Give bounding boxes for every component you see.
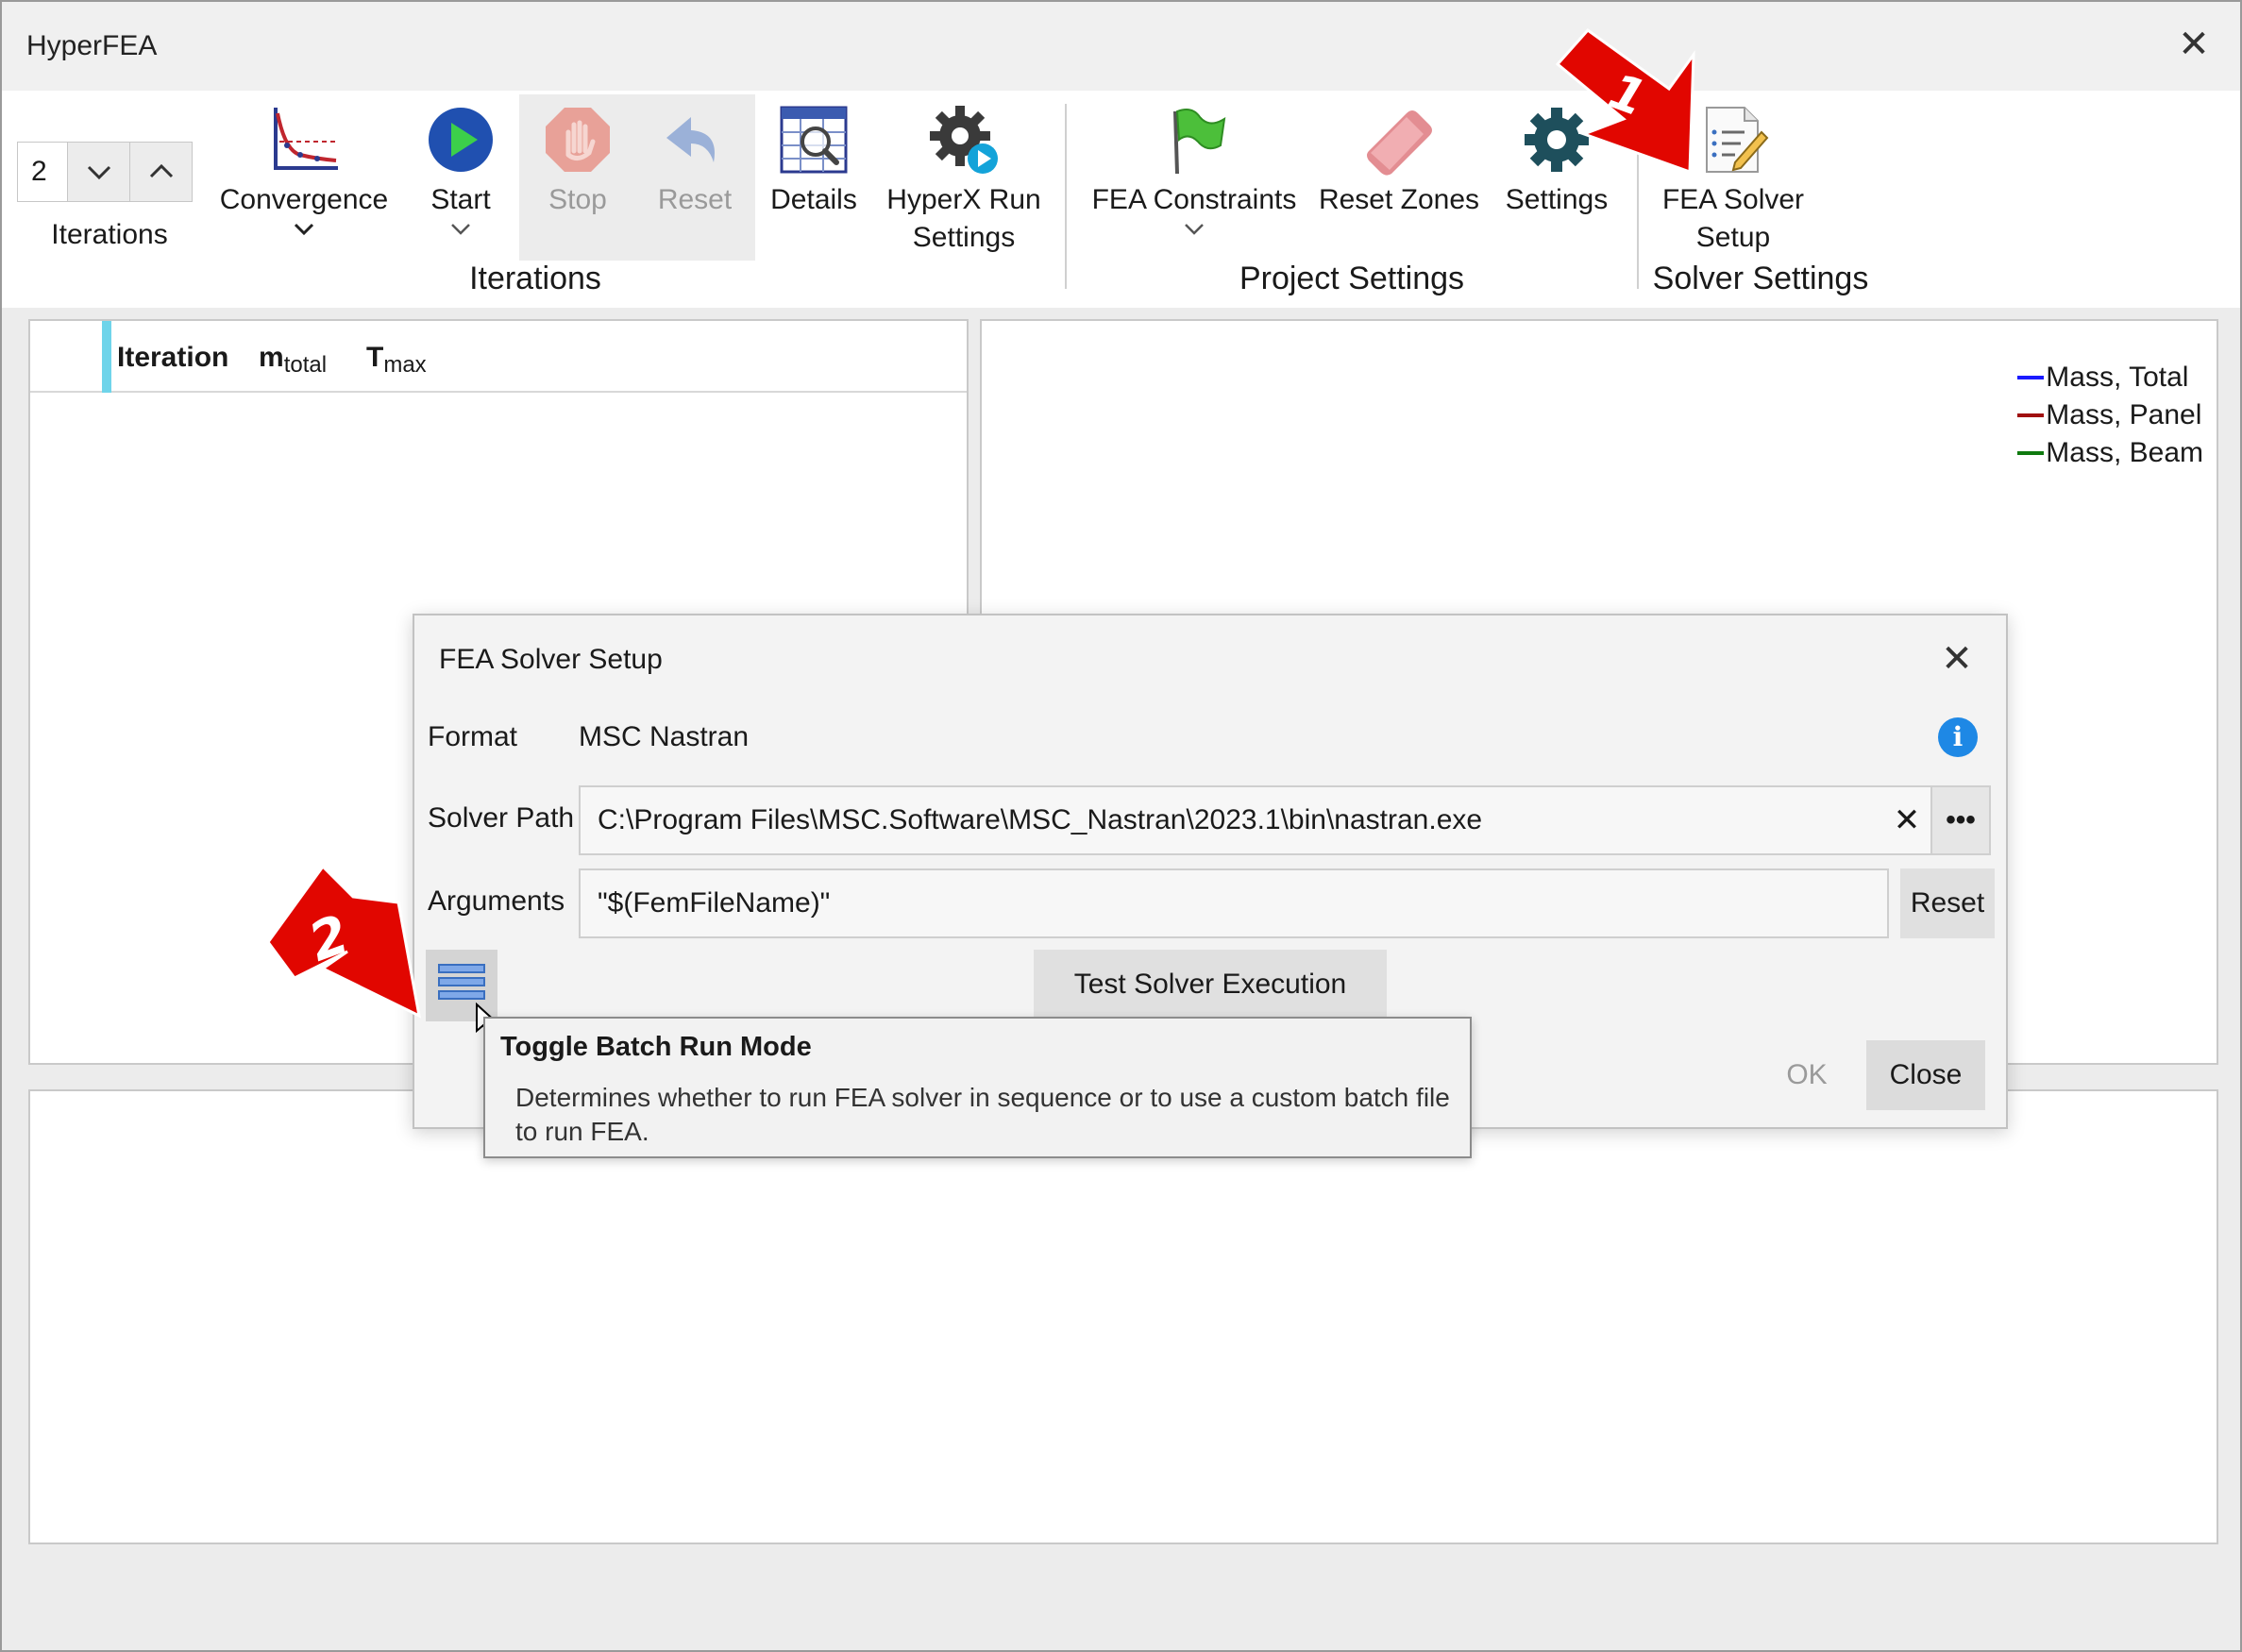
column-header-iteration[interactable]: Iteration <box>117 342 228 374</box>
iterations-spinner[interactable]: 2 <box>17 142 193 202</box>
legend-swatch <box>2017 413 2045 417</box>
dialog-close-icon[interactable]: ✕ <box>1936 638 1978 680</box>
reset-zones-label: Reset Zones <box>1318 184 1480 215</box>
group-label-project-settings: Project Settings <box>1239 261 1465 296</box>
window-title: HyperFEA <box>26 30 158 61</box>
arguments-label: Arguments <box>428 885 565 917</box>
hyperx-run-settings-button[interactable]: HyperX Run Settings <box>878 104 1050 264</box>
arguments-input[interactable]: "$(FemFileName)" <box>579 868 1889 938</box>
table-magnifier-icon <box>780 106 848 174</box>
format-label: Format <box>428 721 518 752</box>
format-value: MSC Nastran <box>579 721 750 752</box>
undo-arrow-icon <box>666 117 715 162</box>
ribbon-toolbar: 2 Iterations Convergence Start Stop Rese… <box>2 91 2240 308</box>
reset-zones-button[interactable]: Reset Zones <box>1316 104 1482 245</box>
chevron-down-icon <box>451 224 470 235</box>
arguments-text: "$(FemFileName)" <box>598 887 831 919</box>
column-resize-marker <box>102 321 111 393</box>
legend-item: Mass, Panel <box>2017 396 2203 434</box>
tooltip-body: Determines whether to run FEA solver in … <box>515 1083 1450 1146</box>
clear-path-icon[interactable]: ✕ <box>1880 791 1934 850</box>
callout-arrow-2-icon: 2 <box>266 865 422 1019</box>
stop-hand-icon <box>546 108 610 172</box>
play-icon <box>429 108 493 172</box>
reset-button[interactable]: Reset <box>648 104 742 245</box>
convergence-label: Convergence <box>219 184 389 215</box>
callout-arrow-1-icon: 1 <box>1555 27 1695 175</box>
close-button[interactable]: Close <box>1866 1040 1985 1110</box>
stop-button[interactable]: Stop <box>531 104 625 245</box>
dialog-title: FEA Solver Setup <box>439 644 663 675</box>
iterations-value[interactable]: 2 <box>18 143 65 201</box>
iterations-decrement-button[interactable] <box>67 143 129 201</box>
legend-item: Mass, Total <box>2017 359 2203 396</box>
reset-arguments-button[interactable]: Reset <box>1900 868 1995 938</box>
table-header: Iteration mtotal Tmax <box>30 321 967 393</box>
stop-label: Stop <box>548 184 607 215</box>
gear-play-icon <box>930 106 998 174</box>
tooltip-title: Toggle Batch Run Mode <box>500 1032 812 1062</box>
solver-path-label: Solver Path <box>428 802 575 834</box>
solver-path-text: C:\Program Files\MSC.Software\MSC_Nastra… <box>598 804 1483 835</box>
details-button[interactable]: Details <box>765 104 863 245</box>
group-label-solver-settings: Solver Settings <box>1652 261 1869 296</box>
hyperx-run-settings-label-line2: Settings <box>912 222 1016 253</box>
start-label: Start <box>430 184 491 215</box>
chevron-down-icon <box>87 165 111 180</box>
settings-label: Settings <box>1505 184 1609 215</box>
legend-label: Mass, Beam <box>2046 437 2203 468</box>
details-label: Details <box>770 184 857 215</box>
reset-label: Reset <box>657 184 733 215</box>
fea-constraints-button[interactable]: FEA Constraints <box>1087 104 1301 255</box>
chart-legend: Mass, Total Mass, Panel Mass, Beam <box>2017 359 2203 472</box>
eraser-icon <box>1367 110 1432 176</box>
window-close-button[interactable]: ✕ <box>2172 23 2216 66</box>
green-flag-icon <box>1173 109 1226 175</box>
fea-solver-setup-label-line2: Setup <box>1695 222 1771 253</box>
group-label-iterations: Iterations <box>469 261 601 296</box>
ok-button[interactable]: OK <box>1755 1040 1859 1110</box>
legend-label: Mass, Panel <box>2046 399 2202 430</box>
info-icon[interactable]: i <box>1938 717 1978 757</box>
test-solver-execution-button[interactable]: Test Solver Execution <box>1034 950 1387 1020</box>
chevron-down-icon <box>1185 224 1204 235</box>
batch-run-tooltip: Toggle Batch Run Mode Determines whether… <box>483 1017 1472 1158</box>
column-header-m-total[interactable]: mtotal <box>259 342 327 379</box>
ribbon-separator <box>1065 104 1067 289</box>
fea-constraints-label: FEA Constraints <box>1091 184 1297 215</box>
column-header-t-max[interactable]: Tmax <box>366 342 427 379</box>
legend-label: Mass, Total <box>2046 362 2189 393</box>
title-bar: HyperFEA ✕ <box>2 2 2240 91</box>
iterations-spinner-label: Iterations <box>51 219 168 250</box>
hyperfea-window: HyperFEA ✕ 2 Iterations Convergence Star… <box>0 0 2242 1652</box>
legend-swatch <box>2017 451 2045 455</box>
legend-item: Mass, Beam <box>2017 434 2203 472</box>
convergence-button[interactable]: Convergence <box>211 104 396 255</box>
chevron-down-icon <box>294 223 314 236</box>
chevron-up-icon <box>149 163 174 178</box>
solver-path-input[interactable]: C:\Program Files\MSC.Software\MSC_Nastra… <box>579 785 1940 855</box>
hyperx-run-settings-label-line1: HyperX Run <box>886 184 1041 215</box>
legend-swatch <box>2017 376 2045 379</box>
browse-button[interactable]: ••• <box>1930 785 1991 855</box>
fea-solver-setup-label-line1: FEA Solver <box>1661 184 1805 215</box>
document-pencil-icon <box>1706 107 1769 173</box>
start-button[interactable]: Start <box>415 104 506 255</box>
convergence-chart-icon <box>274 108 338 170</box>
iterations-increment-button[interactable] <box>129 143 192 201</box>
